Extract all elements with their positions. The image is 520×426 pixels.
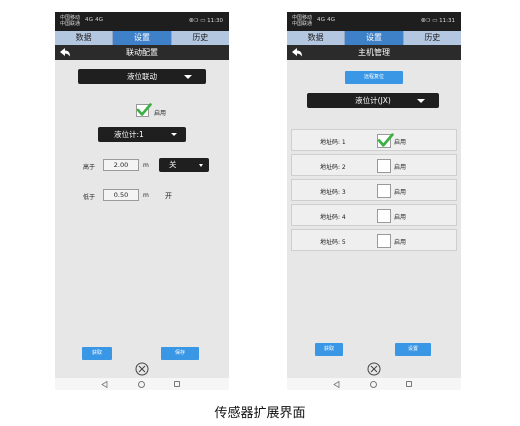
checkmark-icon xyxy=(377,133,394,147)
address-checkbox[interactable] xyxy=(377,209,391,223)
high-label: 高于 xyxy=(83,164,96,171)
save-button[interactable]: 保存 xyxy=(161,347,199,360)
close-circle-icon[interactable] xyxy=(367,362,381,376)
high-unit: m xyxy=(143,162,149,169)
system-nav-bar xyxy=(55,378,229,390)
figure-caption: 传感器扩展界面 xyxy=(214,406,306,421)
high-action-select[interactable]: 关 xyxy=(159,158,209,172)
address-enable-label: 启用 xyxy=(394,164,407,171)
low-unit: m xyxy=(143,192,149,199)
nav-home-icon[interactable] xyxy=(370,381,377,388)
nav-back-icon[interactable] xyxy=(333,381,340,388)
page-title: 联动配置 xyxy=(126,48,158,57)
tab-bar: 数据 设置 历史 xyxy=(55,31,229,45)
carrier-2: 中国联通 xyxy=(292,21,313,27)
address-enable-label: 启用 xyxy=(394,189,407,196)
device-select[interactable]: 液位计(JX) xyxy=(307,93,439,108)
address-checkbox[interactable] xyxy=(377,234,391,248)
chevron-down-icon xyxy=(184,75,192,79)
title-bar: 联动配置 xyxy=(55,45,229,60)
gauge-select-value: 液位计:1 xyxy=(114,130,144,139)
chevron-down-icon xyxy=(417,99,425,103)
mode-select-value: 液位联动 xyxy=(127,72,157,81)
status-time: ⦾❍ ▭ 11:30 xyxy=(189,18,223,24)
signal-indicator: 4G 4G xyxy=(317,17,336,23)
fetch-button[interactable]: 获取 xyxy=(82,347,112,360)
nav-home-icon[interactable] xyxy=(138,381,145,388)
address-enable-label: 启用 xyxy=(394,239,407,246)
mode-select[interactable]: 液位联动 xyxy=(78,69,206,84)
nav-back-icon[interactable] xyxy=(101,381,108,388)
tab-history[interactable]: 历史 xyxy=(172,31,229,45)
title-bar: 主机管理 xyxy=(287,45,461,60)
status-bar: 中国移动 中国联通 4G 4G ⦾❍ ▭ 11:31 xyxy=(287,12,461,31)
address-row-4: 地址码: 4 启用 xyxy=(291,204,457,226)
low-action-value: 开 xyxy=(165,192,172,200)
system-nav-bar xyxy=(287,378,461,390)
address-label: 地址码: 5 xyxy=(320,239,346,246)
address-row-1: 地址码: 1 启用 xyxy=(291,129,457,151)
address-checkbox[interactable] xyxy=(377,184,391,198)
tab-settings[interactable]: 设置 xyxy=(113,31,172,45)
address-row-2: 地址码: 2 启用 xyxy=(291,154,457,176)
enable-checkbox[interactable] xyxy=(136,103,152,117)
back-arrow-icon[interactable] xyxy=(291,47,303,58)
nav-recent-icon[interactable] xyxy=(174,381,180,387)
phone-screen-linkage-config: 中国移动 中国联通 4G 4G ⦾❍ ▭ 11:30 数据 设置 历史 联动配置… xyxy=(55,12,229,390)
address-checkbox[interactable] xyxy=(377,133,394,148)
set-button[interactable]: 设置 xyxy=(395,343,431,356)
remote-reset-button[interactable]: 远程复位 xyxy=(345,71,403,84)
address-label: 地址码: 4 xyxy=(320,214,346,221)
page-title: 主机管理 xyxy=(358,48,390,57)
address-label: 地址码: 3 xyxy=(320,189,346,196)
tab-history[interactable]: 历史 xyxy=(404,31,461,45)
chevron-down-icon xyxy=(199,164,203,167)
address-enable-label: 启用 xyxy=(394,214,407,221)
address-label: 地址码: 2 xyxy=(320,164,346,171)
carrier-2: 中国联通 xyxy=(60,21,81,27)
low-value-input[interactable]: 0.50 xyxy=(103,189,139,201)
fetch-button[interactable]: 获取 xyxy=(315,343,343,356)
checkmark-icon xyxy=(136,103,152,116)
tab-data[interactable]: 数据 xyxy=(287,31,346,45)
content-area: 液位联动 启用 液位计:1 高于 2.00 m 关 低于 0.50 m 开 获取… xyxy=(55,60,229,360)
high-action-value: 关 xyxy=(169,160,177,169)
content-area: 远程复位 液位计(JX) 地址码: 1 启用 地址码: 2 启用 地址码: 3 … xyxy=(287,60,461,360)
nav-recent-icon[interactable] xyxy=(406,381,412,387)
low-label: 低于 xyxy=(83,194,96,201)
back-arrow-icon[interactable] xyxy=(59,47,71,58)
address-checkbox[interactable] xyxy=(377,159,391,173)
address-enable-label: 启用 xyxy=(394,139,407,146)
chevron-down-icon xyxy=(171,133,177,136)
address-row-3: 地址码: 3 启用 xyxy=(291,179,457,201)
device-select-value: 液位计(JX) xyxy=(355,96,391,105)
signal-indicator: 4G 4G xyxy=(85,17,104,23)
address-label: 地址码: 1 xyxy=(320,139,346,146)
address-row-5: 地址码: 5 启用 xyxy=(291,229,457,251)
status-time: ⦾❍ ▭ 11:31 xyxy=(421,18,455,24)
tab-settings[interactable]: 设置 xyxy=(345,31,404,45)
gauge-select[interactable]: 液位计:1 xyxy=(98,127,186,142)
carrier-names: 中国移动 中国联通 xyxy=(60,15,80,27)
status-bar: 中国移动 中国联通 4G 4G ⦾❍ ▭ 11:30 xyxy=(55,12,229,31)
high-value-input[interactable]: 2.00 xyxy=(103,159,139,171)
tab-bar: 数据 设置 历史 xyxy=(287,31,461,45)
carrier-names: 中国移动 中国联通 xyxy=(292,15,312,27)
close-circle-icon[interactable] xyxy=(135,362,149,376)
tab-data[interactable]: 数据 xyxy=(55,31,114,45)
enable-label: 启用 xyxy=(154,110,167,117)
phone-screen-host-management: 中国移动 中国联通 4G 4G ⦾❍ ▭ 11:31 数据 设置 历史 主机管理… xyxy=(287,12,461,390)
